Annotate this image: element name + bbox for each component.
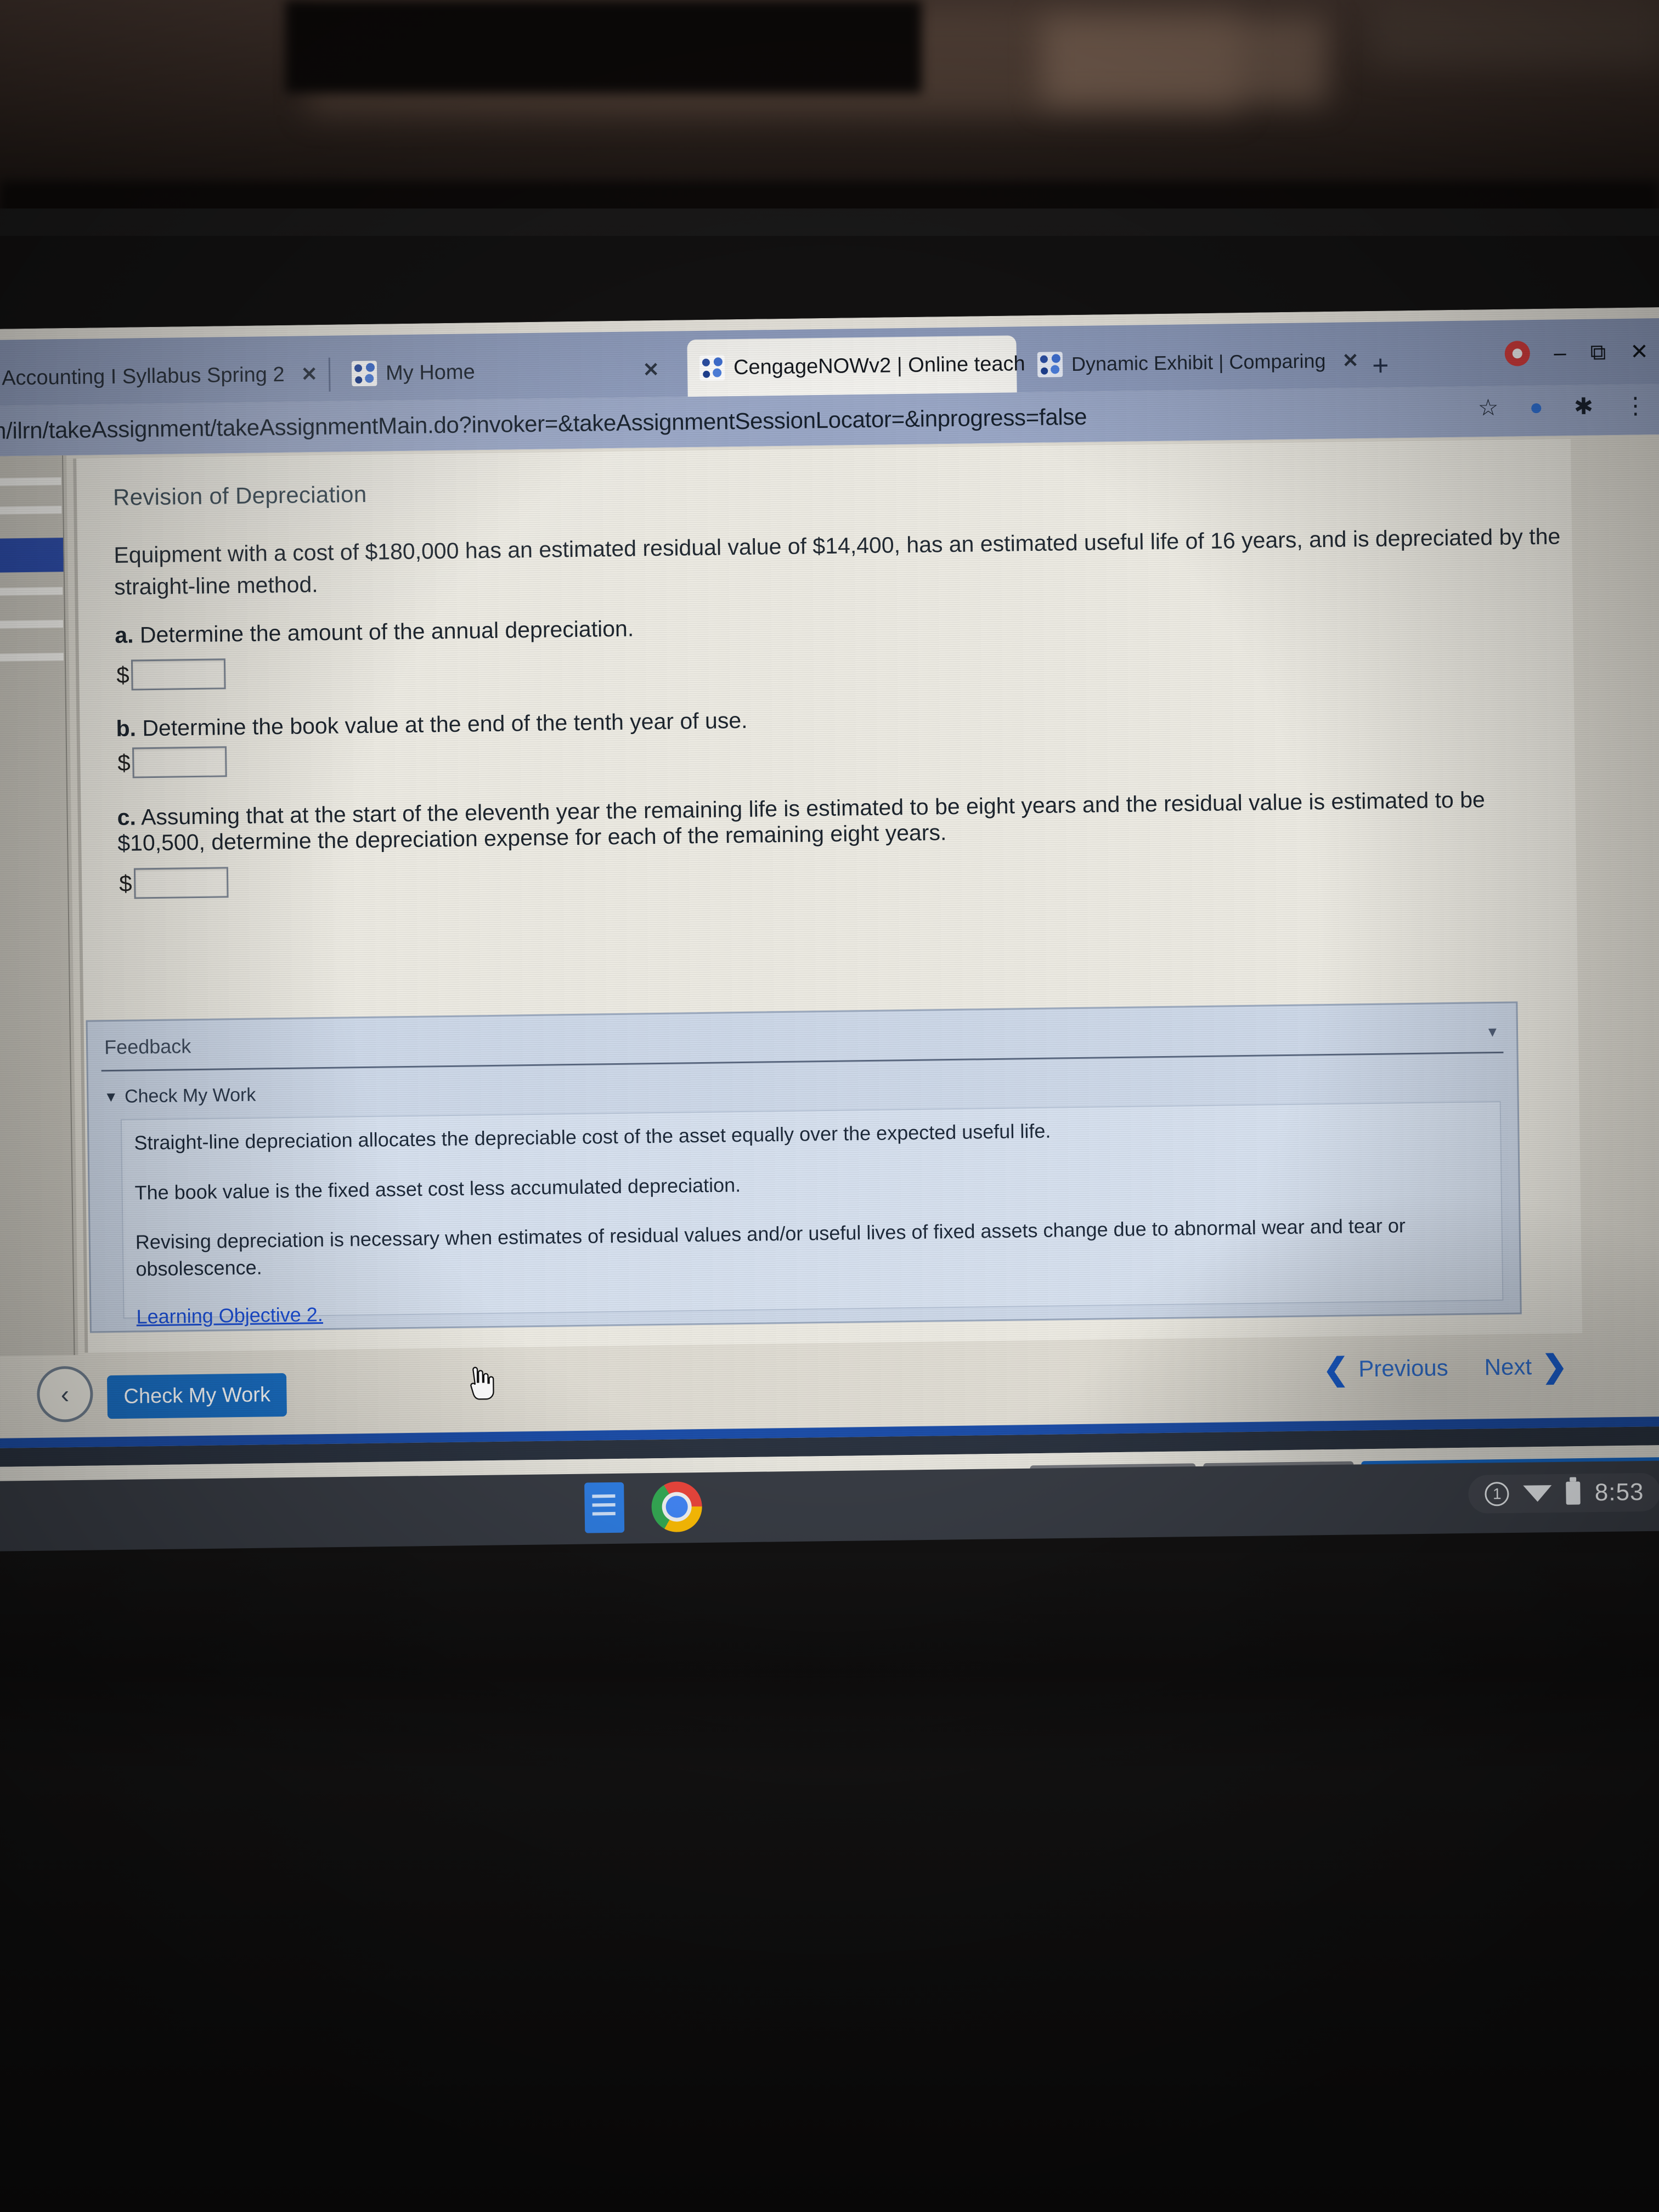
maximize-icon[interactable]: ⧉ bbox=[1590, 340, 1606, 364]
tab-title: My Home bbox=[385, 360, 475, 385]
cengage-page: ‹ Revision of Depreciation Equipment wit… bbox=[0, 434, 1659, 1498]
chevron-left-icon: ❮ bbox=[1322, 1351, 1349, 1386]
extensions-icon[interactable]: ✱ bbox=[1574, 393, 1594, 420]
feedback-line: Revising depreciation is necessary when … bbox=[135, 1214, 1406, 1280]
left-nav-rail bbox=[0, 455, 78, 1356]
star-icon[interactable]: ☆ bbox=[1478, 394, 1499, 421]
check-my-work-label: Check My Work bbox=[124, 1084, 256, 1107]
tab-close-icon[interactable]: ✕ bbox=[642, 358, 659, 381]
url-text[interactable]: m/ilrn/takeAssignment/takeAssignmentMain… bbox=[0, 404, 1087, 444]
notification-count-badge: 1 bbox=[1485, 1482, 1510, 1506]
part-text: Assuming that at the start of the eleven… bbox=[117, 787, 1486, 856]
photograph-of-laptop: Accounting I Syllabus Spring 2 ✕ My Home… bbox=[0, 0, 1659, 2212]
tab-title: Accounting I Syllabus Spring 2 bbox=[1, 363, 285, 390]
rail-active-item[interactable] bbox=[0, 538, 64, 573]
cengage-favicon-icon bbox=[1037, 352, 1063, 377]
chevron-right-icon: ❯ bbox=[1541, 1348, 1568, 1384]
browser-tab-2-active[interactable]: CengageNOWv2 | Online teach ✕ bbox=[687, 335, 1058, 397]
window-controls: – ⧉ ✕ bbox=[1504, 339, 1649, 366]
new-tab-button[interactable]: + bbox=[1372, 349, 1389, 382]
learning-objective-link[interactable]: Learning Objective 2. bbox=[136, 1303, 323, 1328]
profile-icon[interactable]: ● bbox=[1529, 393, 1543, 420]
tab-divider bbox=[328, 357, 331, 392]
wifi-icon bbox=[1523, 1485, 1553, 1502]
chrome-icon[interactable] bbox=[651, 1481, 703, 1533]
feedback-line: The book value is the fixed asset cost l… bbox=[134, 1173, 741, 1204]
collapse-nav-button[interactable]: ‹ bbox=[36, 1365, 94, 1423]
currency-symbol: $ bbox=[116, 662, 129, 688]
part-text: Determine the amount of the annual depre… bbox=[139, 616, 634, 648]
previous-button[interactable]: ❮ Previous bbox=[1322, 1351, 1449, 1386]
page-title: Revision of Depreciation bbox=[112, 481, 367, 510]
question-intro: Equipment with a cost of $180,000 has an… bbox=[114, 523, 1561, 600]
tab-title: CengageNOWv2 | Online teach bbox=[733, 352, 1025, 379]
answer-field-c[interactable]: $ bbox=[119, 867, 229, 899]
answer-input-a[interactable] bbox=[131, 658, 226, 691]
tab-close-icon[interactable]: ✕ bbox=[301, 363, 318, 386]
prev-next-nav: ❮ Previous Next ❯ bbox=[1322, 1348, 1568, 1386]
feedback-header: Feedback bbox=[104, 1035, 191, 1059]
answer-input-c[interactable] bbox=[134, 867, 229, 899]
question-part-a: a. Determine the amount of the annual de… bbox=[115, 603, 1563, 648]
tab-title: Dynamic Exhibit | Comparing bbox=[1071, 349, 1326, 376]
question-part-b: b. Determine the book value at the end o… bbox=[116, 697, 1564, 742]
browser-tab-0[interactable]: Accounting I Syllabus Spring 2 ✕ bbox=[0, 348, 319, 405]
google-docs-icon[interactable] bbox=[584, 1482, 625, 1533]
shelf-app-icons bbox=[584, 1481, 703, 1533]
feedback-line: Straight-line depreciation allocates the… bbox=[134, 1119, 1051, 1154]
laptop-screen: Accounting I Syllabus Spring 2 ✕ My Home… bbox=[0, 307, 1659, 1498]
check-my-work-toggle[interactable]: ▼ Check My Work bbox=[104, 1085, 256, 1108]
answer-input-b[interactable] bbox=[132, 746, 228, 778]
feedback-panel: Feedback ▾ ▼ Check My Work Straight-line… bbox=[86, 1001, 1522, 1333]
check-my-work-button[interactable]: Check My Work bbox=[106, 1373, 287, 1419]
kebab-menu-icon[interactable]: ⋮ bbox=[1624, 392, 1647, 419]
close-icon[interactable]: ✕ bbox=[1630, 340, 1649, 364]
system-tray[interactable]: 1 8:53 bbox=[1468, 1472, 1659, 1514]
triangle-down-icon: ▼ bbox=[104, 1088, 119, 1105]
browser-tab-3[interactable]: Dynamic Exhibit | Comparing ✕ bbox=[1025, 334, 1366, 392]
browser-tab-1[interactable]: My Home ✕ bbox=[339, 343, 680, 400]
part-label: a. bbox=[115, 622, 134, 648]
cengage-favicon-icon bbox=[351, 360, 377, 387]
battery-icon bbox=[1566, 1481, 1581, 1505]
previous-label: Previous bbox=[1358, 1355, 1449, 1382]
next-label: Next bbox=[1484, 1353, 1532, 1380]
next-button[interactable]: Next ❯ bbox=[1484, 1348, 1568, 1384]
laptop-base: SAMSUNG ⟳ ⧉ ☰ ☀ ⚙ 🔇 🔉 bbox=[0, 1553, 1659, 2212]
part-label: b. bbox=[116, 715, 137, 741]
part-label: c. bbox=[117, 804, 137, 830]
currency-symbol: $ bbox=[119, 870, 132, 896]
close-round-icon[interactable] bbox=[1504, 341, 1530, 366]
cengage-favicon-icon bbox=[699, 355, 725, 381]
tab-close-icon[interactable]: ✕ bbox=[1342, 349, 1359, 372]
answer-field-b[interactable]: $ bbox=[117, 746, 228, 778]
omnibox-actions: ☆ ● ✱ ⋮ bbox=[1478, 392, 1647, 421]
divider bbox=[101, 1051, 1504, 1072]
clock: 8:53 bbox=[1594, 1479, 1644, 1506]
answer-field-a[interactable]: $ bbox=[116, 658, 226, 691]
part-text: Determine the book value at the end of t… bbox=[142, 707, 748, 741]
feedback-content: Straight-line depreciation allocates the… bbox=[120, 1101, 1504, 1328]
currency-symbol: $ bbox=[117, 749, 131, 776]
minimize-icon[interactable]: – bbox=[1554, 341, 1566, 365]
chevron-down-icon[interactable]: ▾ bbox=[1488, 1022, 1497, 1041]
question-part-c: c. Assuming that at the start of the ele… bbox=[117, 786, 1522, 856]
